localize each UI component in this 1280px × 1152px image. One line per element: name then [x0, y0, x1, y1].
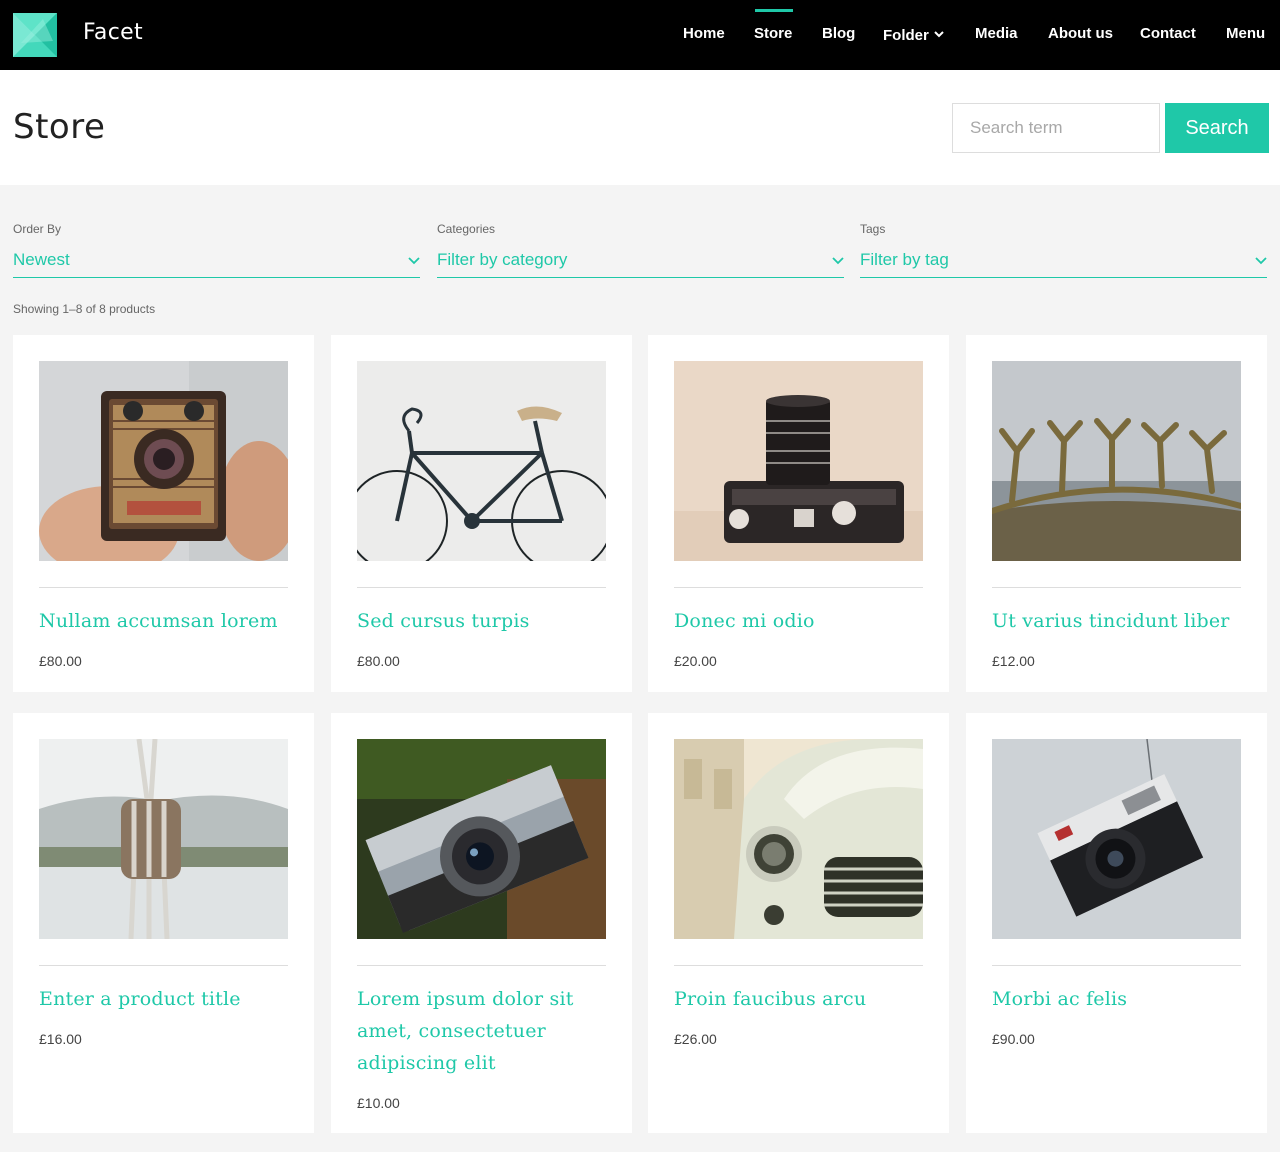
card-divider: [357, 587, 606, 588]
nav-item-folder[interactable]: Folder: [883, 25, 944, 44]
product-card[interactable]: Ut varius tincidunt liber £12.00: [966, 335, 1267, 692]
product-image-vintage-car[interactable]: [674, 739, 923, 939]
filter-order-by: Order By Newest: [13, 222, 420, 278]
chevron-down-icon: [832, 252, 844, 270]
nav-item-store[interactable]: Store: [754, 25, 792, 42]
order-by-select[interactable]: Newest: [13, 246, 420, 278]
product-card[interactable]: Proin faucibus arcu £26.00: [648, 713, 949, 1133]
product-price: £80.00: [39, 653, 82, 669]
product-image-bicycle[interactable]: [357, 361, 606, 561]
product-image-slr-camera[interactable]: [674, 361, 923, 561]
nav-item-blog[interactable]: Blog: [822, 25, 855, 42]
card-divider: [39, 587, 288, 588]
card-divider: [992, 965, 1241, 966]
card-divider: [357, 965, 606, 966]
product-card[interactable]: Donec mi odio £20.00: [648, 335, 949, 692]
product-title[interactable]: Ut varius tincidunt liber: [992, 605, 1241, 637]
nav-item-home[interactable]: Home: [683, 25, 725, 42]
filter-value: Newest: [13, 250, 70, 269]
product-title[interactable]: Donec mi odio: [674, 605, 923, 637]
nav-active-indicator: [755, 9, 793, 12]
nav-item-contact[interactable]: Contact: [1140, 25, 1196, 42]
filter-label: Order By: [13, 222, 62, 236]
chevron-down-icon: [1255, 252, 1267, 270]
product-title[interactable]: Nullam accumsan lorem: [39, 605, 288, 637]
product-image-hanging-compact-camera[interactable]: [992, 739, 1241, 939]
product-price: £10.00: [357, 1095, 400, 1111]
filter-label: Tags: [860, 222, 886, 236]
site-title[interactable]: Facet: [83, 20, 143, 45]
nav-item-folder-label: Folder: [883, 27, 929, 44]
product-card[interactable]: Sed cursus turpis £80.00: [331, 335, 632, 692]
card-divider: [674, 587, 923, 588]
chevron-down-icon: [408, 252, 420, 270]
product-title[interactable]: Proin faucibus arcu: [674, 983, 923, 1015]
filter-value: Filter by tag: [860, 250, 949, 269]
product-title[interactable]: Enter a product title: [39, 983, 288, 1015]
nav-item-menu[interactable]: Menu: [1226, 25, 1265, 42]
search-button[interactable]: Search: [1165, 103, 1269, 153]
card-divider: [992, 587, 1241, 588]
site-logo-icon[interactable]: [13, 13, 57, 57]
filter-tags: Tags Filter by tag: [860, 222, 1267, 278]
product-image-rope-pulley[interactable]: [39, 739, 288, 939]
card-divider: [39, 965, 288, 966]
product-card[interactable]: Enter a product title £16.00: [13, 713, 314, 1133]
results-summary: Showing 1–8 of 8 products: [13, 302, 156, 316]
filter-label: Categories: [437, 222, 496, 236]
product-title[interactable]: Morbi ac felis: [992, 983, 1241, 1015]
product-title[interactable]: Lorem ipsum dolor sit amet, consectetuer…: [357, 983, 606, 1079]
page-header: Store Search: [0, 70, 1280, 185]
product-image-sun-voyager-sculpture[interactable]: [992, 361, 1241, 561]
category-select[interactable]: Filter by category: [437, 246, 844, 278]
product-price: £90.00: [992, 1031, 1035, 1047]
filter-value: Filter by category: [437, 250, 568, 269]
product-card[interactable]: Nullam accumsan lorem £80.00: [13, 335, 314, 692]
nav-item-media[interactable]: Media: [975, 25, 1018, 42]
search-input[interactable]: [952, 103, 1160, 153]
product-price: £12.00: [992, 653, 1035, 669]
product-price: £80.00: [357, 653, 400, 669]
chevron-down-icon: [934, 25, 944, 42]
tag-select[interactable]: Filter by tag: [860, 246, 1267, 278]
product-card[interactable]: Morbi ac felis £90.00: [966, 713, 1267, 1133]
product-card[interactable]: Lorem ipsum dolor sit amet, consectetuer…: [331, 713, 632, 1133]
product-price: £20.00: [674, 653, 717, 669]
product-price: £16.00: [39, 1031, 82, 1047]
top-navigation-bar: Facet Home Store Blog Folder Media About…: [0, 0, 1280, 70]
product-image-vintage-rangefinder-camera[interactable]: [357, 739, 606, 939]
card-divider: [674, 965, 923, 966]
product-title[interactable]: Sed cursus turpis: [357, 605, 606, 637]
nav-item-about-us[interactable]: About us: [1048, 25, 1113, 42]
filter-categories: Categories Filter by category: [437, 222, 844, 278]
product-image-box-camera[interactable]: [39, 361, 288, 561]
product-price: £26.00: [674, 1031, 717, 1047]
page-title: Store: [13, 107, 106, 147]
